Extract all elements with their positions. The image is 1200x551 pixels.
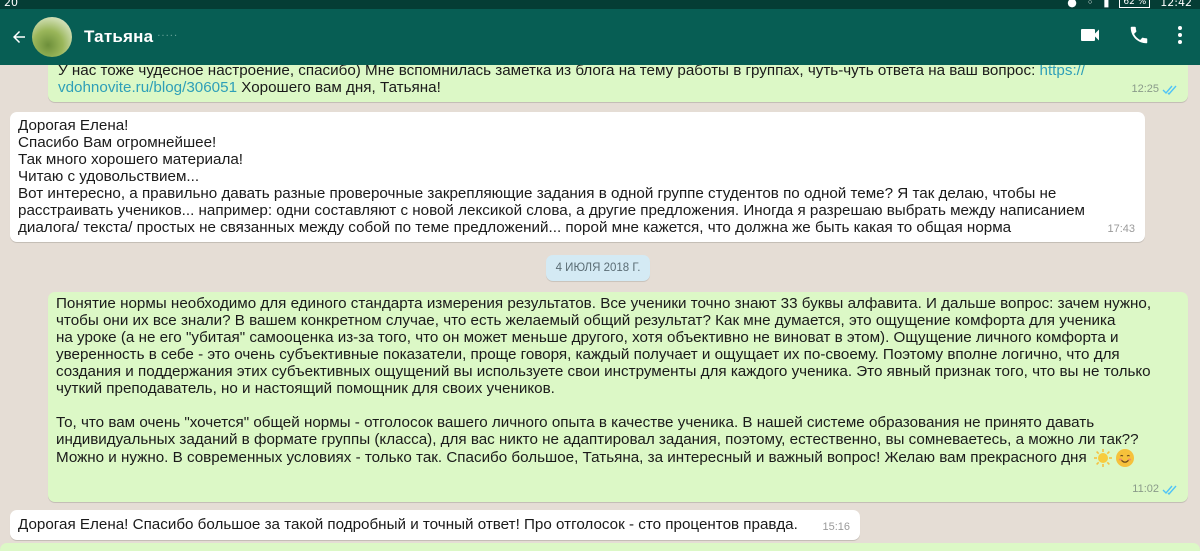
message-time: 15:16 bbox=[822, 521, 850, 533]
back-arrow-icon bbox=[13, 31, 25, 43]
message-line: Читаю с удовольствием... bbox=[18, 168, 200, 185]
contact-name-extra: ..... bbox=[157, 27, 179, 39]
wifi-icon: ◦ bbox=[1086, 0, 1094, 9]
message-line: Дорогая Елена! Спасибо большое за такой … bbox=[18, 516, 798, 533]
message-text: vdohnovite.ru/blog/306051 Хорошего вам д… bbox=[58, 79, 441, 96]
message-line: на уроке (а не его "убитая" самооценка и… bbox=[56, 329, 1119, 346]
message-bubble-outgoing-partial[interactable] bbox=[0, 543, 1200, 551]
message-time: 17:43 bbox=[1107, 223, 1135, 235]
message-line: Дорогая Елена! bbox=[18, 117, 129, 134]
battery-icon: 62 % bbox=[1119, 0, 1151, 8]
message-line: чуткий преподаватель, но и настоящий пом… bbox=[56, 380, 555, 397]
message-bubble-incoming[interactable]: Дорогая Елена! Спасибо Вам огромнейшее! … bbox=[10, 112, 1145, 242]
more-options-button[interactable] bbox=[1176, 24, 1184, 50]
message-line: индивидуальных заданий в формате группы … bbox=[56, 431, 1139, 448]
header-actions bbox=[1078, 9, 1184, 65]
video-call-icon bbox=[1081, 29, 1099, 41]
status-bar: 20 ● ◦ ▮ 62 % 12:42 bbox=[0, 0, 1200, 9]
message-line: Можно и нужно. В современных условиях - … bbox=[56, 448, 1180, 468]
sun-emoji bbox=[1093, 449, 1112, 467]
message-line bbox=[56, 397, 1180, 414]
message-bubble-outgoing[interactable]: Понятие нормы необходимо для единого ста… bbox=[48, 292, 1188, 502]
status-time: 12:42 bbox=[1160, 0, 1192, 9]
message-bubble-outgoing[interactable]: У нас тоже чудесное настроение, спасибо)… bbox=[48, 65, 1188, 102]
message-line: Спасибо Вам огромнейшее! bbox=[18, 134, 217, 151]
message-time: 11:02 bbox=[1132, 481, 1178, 498]
status-left-text: 20 bbox=[4, 0, 18, 9]
contact-name[interactable]: Татьяна bbox=[84, 27, 153, 47]
double-check-icon bbox=[1162, 485, 1177, 495]
chat-header: Татьяна ..... bbox=[0, 9, 1200, 65]
message-line: чтобы они их все знали? В вашем конкретн… bbox=[56, 312, 1116, 329]
status-icons: ● ◦ ▮ 62 % 12:42 bbox=[1067, 0, 1192, 9]
message-line: расстраивать учеников... например: одни … bbox=[18, 202, 1085, 219]
alarm-icon: ● bbox=[1067, 0, 1077, 9]
message-text: У нас тоже чудесное настроение, спасибо)… bbox=[58, 65, 1178, 79]
avatar[interactable] bbox=[32, 17, 72, 57]
message-line: создания и поддержания этих субъективных… bbox=[56, 363, 1151, 380]
more-options-icon bbox=[1178, 26, 1182, 44]
message-time: 12:25 bbox=[1131, 81, 1178, 98]
voice-call-button[interactable] bbox=[1128, 24, 1150, 50]
double-check-icon bbox=[1162, 85, 1177, 95]
message-line: Вот интересно, а правильно давать разные… bbox=[18, 185, 1057, 202]
smiling-face-emoji bbox=[1115, 449, 1134, 467]
date-separator: 4 ИЮЛЯ 2018 Г. bbox=[546, 255, 650, 281]
voice-call-icon bbox=[1130, 26, 1148, 44]
message-bubble-incoming[interactable]: Дорогая Елена! Спасибо большое за такой … bbox=[10, 510, 860, 540]
message-line: диалога/ текста/ простых не связанных ме… bbox=[18, 219, 1012, 236]
message-line: Так много хорошего материала! bbox=[18, 151, 244, 168]
message-line: уверенность в себе - это очень субъектив… bbox=[56, 346, 1120, 363]
message-line: Понятие нормы необходимо для единого ста… bbox=[56, 295, 1152, 312]
chat-area[interactable]: У нас тоже чудесное настроение, спасибо)… bbox=[0, 65, 1200, 551]
message-line: То, что вам очень "хочется" общей нормы … bbox=[56, 414, 1095, 431]
message-link[interactable]: https:// bbox=[1040, 65, 1086, 79]
video-call-button[interactable] bbox=[1078, 23, 1102, 51]
message-link[interactable]: vdohnovite.ru/blog/306051 bbox=[58, 79, 237, 96]
signal-icon: ▮ bbox=[1103, 0, 1110, 9]
back-button[interactable] bbox=[4, 28, 34, 46]
